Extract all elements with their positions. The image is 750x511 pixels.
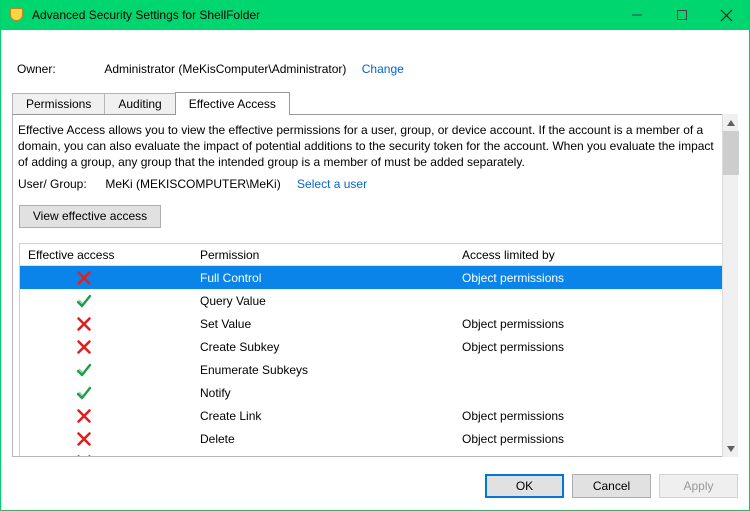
close-button[interactable] <box>704 0 749 30</box>
table-row[interactable]: Create Link Object permissions <box>20 404 730 427</box>
access-allowed-icon <box>20 293 192 309</box>
access-limited-by: Object permissions <box>462 270 565 285</box>
permission-name: Enumerate Subkeys <box>200 362 309 377</box>
permission-name: Query Value <box>200 293 266 308</box>
column-header-access-limited-by: Access limited by <box>462 247 555 262</box>
table-header-row: Effective access Permission Access limit… <box>20 244 730 266</box>
access-denied-icon <box>20 270 192 286</box>
permission-name: Write DAC <box>192 455 454 457</box>
owner-label: Owner: <box>17 62 56 76</box>
access-denied-icon <box>20 431 192 447</box>
access-allowed-icon <box>20 362 192 378</box>
tab-strip: Permissions Auditing Effective Access <box>12 92 290 115</box>
user-group-row: User/ Group: MeKi (MEKISCOMPUTER\MeKi) S… <box>18 177 367 191</box>
access-limited-by: Object permissions <box>454 455 730 457</box>
table-row[interactable]: Enumerate Subkeys <box>20 358 730 381</box>
view-effective-access-button[interactable]: View effective access <box>19 205 161 228</box>
access-limited-by: Object permissions <box>462 408 565 423</box>
column-header-effective-access: Effective access <box>28 247 115 262</box>
access-denied-icon <box>20 316 192 332</box>
cancel-button[interactable]: Cancel <box>572 474 651 498</box>
user-group-label: User/ Group: <box>18 177 87 191</box>
window-client-area: Owner: Administrator (MeKisComputer\Admi… <box>1 30 749 510</box>
panel-description: Effective Access allows you to view the … <box>18 123 714 169</box>
access-denied-icon <box>20 454 192 456</box>
access-allowed-icon <box>20 385 192 401</box>
apply-button[interactable]: Apply <box>659 474 738 498</box>
panel-scrollbar[interactable] <box>722 114 739 457</box>
scrollbar-thumb[interactable] <box>723 131 739 175</box>
minimize-button[interactable] <box>614 0 659 30</box>
window-title: Advanced Security Settings for ShellFold… <box>32 8 261 22</box>
caption-buttons <box>614 0 749 30</box>
permission-name: Notify <box>200 385 231 400</box>
title-bar: Advanced Security Settings for ShellFold… <box>1 0 749 30</box>
maximize-button[interactable] <box>659 0 704 30</box>
access-limited-by: Object permissions <box>462 431 565 446</box>
table-row[interactable]: Notify <box>20 381 730 404</box>
permission-name: Delete <box>200 431 235 446</box>
permission-name: Create Subkey <box>200 339 280 354</box>
owner-value: Administrator (MeKisComputer\Administrat… <box>104 62 347 76</box>
advanced-security-settings-window: Advanced Security Settings for ShellFold… <box>0 0 750 511</box>
security-shield-icon <box>9 7 25 23</box>
tab-effective-access[interactable]: Effective Access <box>174 92 290 115</box>
change-owner-link[interactable]: Change <box>362 62 404 76</box>
access-limited-by: Object permissions <box>462 316 565 331</box>
access-limited-by: Object permissions <box>462 339 565 354</box>
dialog-footer: OK Cancel Apply <box>485 474 738 498</box>
permission-name: Create Link <box>200 408 262 423</box>
user-group-value: MeKi (MEKISCOMPUTER\MeKi) <box>105 177 281 191</box>
effective-access-panel: Effective Access allows you to view the … <box>12 114 738 457</box>
effective-access-table: Effective access Permission Access limit… <box>19 243 731 456</box>
permission-name: Set Value <box>200 316 252 331</box>
tab-auditing[interactable]: Auditing <box>104 93 176 115</box>
owner-row: Owner: Administrator (MeKisComputer\Admi… <box>17 62 404 76</box>
scroll-down-arrow-icon[interactable] <box>723 440 739 457</box>
table-row[interactable]: Set Value Object permissions <box>20 312 730 335</box>
tab-permissions[interactable]: Permissions <box>12 93 106 115</box>
table-row[interactable]: Full Control Object permissions <box>20 266 730 289</box>
column-header-permission: Permission <box>200 247 260 262</box>
table-row[interactable]: Create Subkey Object permissions <box>20 335 730 358</box>
table-row[interactable]: Query Value <box>20 289 730 312</box>
permission-name: Full Control <box>200 270 262 285</box>
scroll-up-arrow-icon[interactable] <box>723 114 739 131</box>
table-row[interactable]: Delete Object permissions <box>20 427 730 450</box>
access-denied-icon <box>20 408 192 424</box>
table-row[interactable]: Write DAC Object permissions <box>20 450 730 456</box>
select-a-user-link[interactable]: Select a user <box>297 177 367 191</box>
ok-button[interactable]: OK <box>485 474 564 498</box>
access-denied-icon <box>20 339 192 355</box>
